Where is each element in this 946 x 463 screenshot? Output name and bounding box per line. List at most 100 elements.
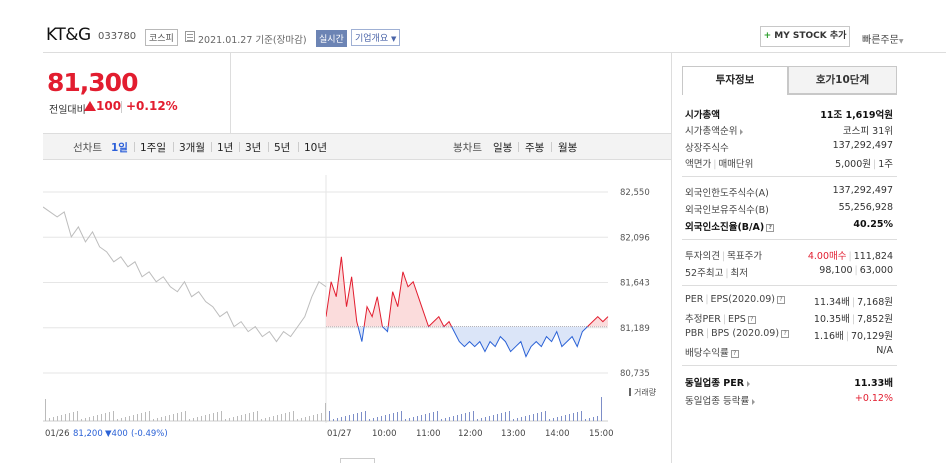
divider [121, 101, 122, 113]
candle-weekly[interactable]: 주봉 [525, 140, 544, 155]
volume-bar [365, 411, 366, 421]
volume-bar [529, 415, 530, 421]
volume-bar [281, 414, 282, 421]
volume-legend-icon [629, 388, 631, 396]
volume-bar [569, 414, 570, 421]
tab-order-book[interactable]: 호가10단계 [788, 66, 897, 94]
volume-bar [321, 413, 322, 421]
target-price-value: 111,824 [853, 251, 893, 262]
volume-bar [537, 413, 538, 421]
volume-bar [45, 399, 46, 421]
period-1y[interactable]: 1년 [217, 140, 233, 155]
market-cap-rank-label: 시가총액순위 [685, 126, 738, 137]
volume-bar [585, 419, 586, 421]
volume-bar [533, 414, 534, 421]
tab-invest-info[interactable]: 투자정보 [682, 66, 788, 94]
price-chart[interactable]: 82,550 82,096 81,643 81,189 80,735 01/27 10:0… [43, 165, 663, 445]
volume-bar [273, 416, 274, 421]
volume-bar [77, 411, 78, 421]
candle-monthly[interactable]: 월봉 [558, 140, 577, 155]
chevron-down-icon: ▼ [898, 38, 904, 45]
quick-order-button[interactable]: 빠른주문▼ [862, 31, 903, 46]
volume-bar [465, 413, 466, 421]
est-per-label: 추정PER [685, 314, 721, 325]
volume-bar [377, 417, 378, 421]
volume-bar [73, 412, 74, 421]
divider [682, 365, 897, 366]
x-tick-label: 10:00 [372, 429, 397, 439]
dividend-value: N/A [876, 345, 893, 356]
help-icon[interactable]: ? [747, 315, 756, 324]
52w-high-value: 98,100 [819, 265, 853, 276]
foreign-limit-label: 외국인한도주식수(A) [685, 188, 769, 199]
candle-daily[interactable]: 일봉 [493, 140, 512, 155]
period-1d[interactable]: 1일 [111, 140, 128, 155]
volume-bar [513, 419, 514, 421]
bps-label: BPS (2020.09) [711, 328, 780, 339]
x-tick-label: 13:00 [501, 429, 526, 439]
x-tick-label: 14:00 [545, 429, 570, 439]
divider [682, 239, 897, 240]
volume-bar [381, 416, 382, 421]
volume-bar [149, 411, 150, 421]
change-value: 100 [96, 99, 122, 113]
expand-handle[interactable] [340, 458, 375, 463]
sector-per-value: 11.33배 [854, 378, 893, 389]
volume-bar [189, 419, 190, 421]
volume-bar [57, 416, 58, 421]
volume-bar [497, 414, 498, 421]
volume-bar [145, 412, 146, 421]
volume-bar [593, 417, 594, 421]
y-tick-label: 82,096 [620, 233, 650, 243]
tab-underline-gap [683, 94, 787, 95]
x-tick-label: 15:00 [589, 429, 614, 439]
period-1w[interactable]: 1주일 [140, 140, 166, 155]
y-tick-label: 81,189 [620, 324, 650, 334]
market-cap-label: 시가총액 [685, 110, 720, 121]
volume-bar [205, 415, 206, 421]
par-value-label: 액면가 [685, 159, 712, 170]
volume-label: 거래량 [634, 387, 657, 397]
volume-bar [337, 418, 338, 421]
realtime-button[interactable]: 실시간 [316, 30, 347, 47]
volume-bar [245, 414, 246, 421]
volume-bar [445, 418, 446, 421]
period-3m[interactable]: 3개월 [179, 140, 205, 155]
volume-bar [109, 412, 110, 421]
help-icon[interactable]: ? [777, 295, 786, 304]
volume-bar [153, 419, 154, 421]
period-3y[interactable]: 3년 [245, 140, 261, 155]
volume-bar [481, 418, 482, 421]
foreign-limit-value: 137,292,497 [832, 185, 893, 196]
company-name: KT&G [46, 25, 91, 45]
opinion-row: 투자의견 | 목표주가 4.00매수 | 111,824 [685, 251, 893, 262]
change-percent: +0.12% [126, 99, 178, 113]
sector-change-label: 동일업종 등락률 [685, 396, 750, 407]
volume-bar [193, 418, 194, 421]
volume-bar [401, 411, 402, 421]
volume-bar [461, 414, 462, 421]
corp-info-dropdown[interactable]: 기업개요 ▼ [351, 29, 401, 46]
add-mystock-button[interactable]: + MY STOCK 추가 [760, 26, 850, 47]
corp-info-label: 기업개요 [355, 34, 389, 44]
y-tick-label: 81,643 [620, 279, 650, 289]
divider [551, 142, 552, 152]
per-row: PER | EPS(2020.09)? 11.34배 | 7,168원 [685, 294, 893, 308]
period-10y[interactable]: 10년 [304, 140, 327, 155]
foreign-ratio-value: 40.25% [853, 219, 893, 230]
listed-shares-label: 상장주식수 [685, 143, 729, 154]
period-5y[interactable]: 5년 [274, 140, 290, 155]
help-icon[interactable]: ? [766, 223, 775, 232]
volume-bar [133, 415, 134, 421]
volume-bar [241, 415, 242, 421]
divider [134, 142, 135, 152]
help-icon[interactable]: ? [781, 329, 790, 338]
volume-bar [369, 419, 370, 421]
volume-bar [85, 418, 86, 421]
52w-high-label: 52주최고 [685, 268, 724, 279]
help-icon[interactable]: ? [730, 349, 739, 358]
est-eps-label: EPS [728, 314, 746, 325]
volume-bar [141, 413, 142, 421]
volume-bar [345, 416, 346, 421]
caret-right-icon [747, 380, 751, 387]
